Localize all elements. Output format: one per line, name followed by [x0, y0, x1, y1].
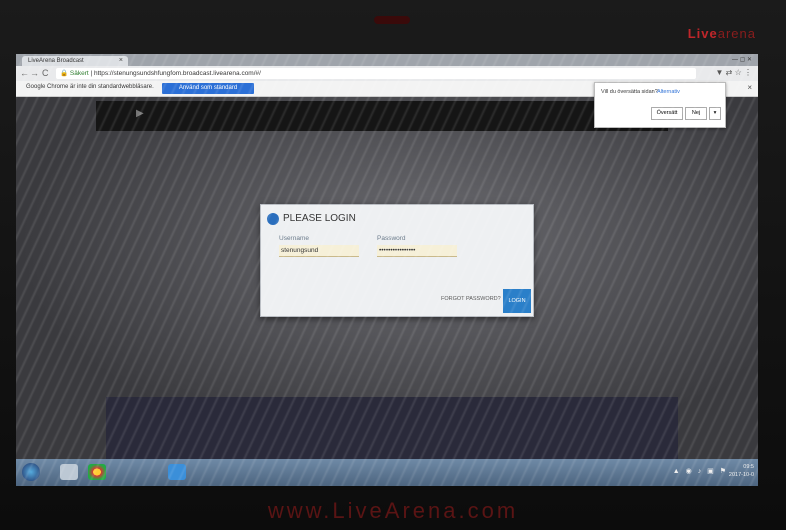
- clock-time: 09:5: [743, 464, 754, 470]
- clock-date: 2017-10-0: [728, 472, 754, 478]
- reload-icon[interactable]: C: [42, 68, 49, 78]
- page-content: ▶ PLEASE LOGIN Username Password FORGOT …: [16, 97, 758, 459]
- taskbar: ▲ ◉ ♪ ▣ ⚑ 09:5 2017-10-0: [16, 459, 758, 486]
- browser-tab[interactable]: LiveArena Broadcast ×: [22, 56, 128, 66]
- clock[interactable]: 09:5 2017-10-0: [729, 463, 754, 479]
- app-window-icon[interactable]: [168, 464, 186, 480]
- security-label: Säkert: [69, 70, 89, 77]
- bezel-brand-logo: Livearena: [688, 26, 756, 41]
- username-label: Username: [279, 235, 309, 242]
- translate-options-link[interactable]: Alternativ: [657, 89, 680, 95]
- tab-bar: LiveArena Broadcast × — ▢ ✕: [16, 54, 758, 66]
- forgot-password-link[interactable]: FORGOT PASSWORD?: [441, 296, 501, 302]
- lock-icon: 🔒: [60, 70, 69, 77]
- start-button-icon[interactable]: [22, 463, 40, 481]
- system-tray-icons[interactable]: ▲ ◉ ♪ ▣ ⚑: [673, 467, 728, 475]
- translate-question: Vill du översätta sidan?: [601, 89, 658, 95]
- password-field[interactable]: [377, 245, 457, 257]
- url-input[interactable]: 🔒 Säkert | https://stenungsundshfungfom.…: [56, 68, 696, 79]
- login-title: PLEASE LOGIN: [283, 213, 356, 224]
- brand-arena: arena: [717, 26, 756, 41]
- forward-icon[interactable]: →: [30, 68, 39, 78]
- url-text: https://stenungsundshfungfom.broadcast.l…: [94, 70, 261, 77]
- back-icon[interactable]: ←: [20, 68, 29, 78]
- set-default-button[interactable]: Använd som standard: [162, 83, 254, 94]
- explorer-icon[interactable]: [60, 464, 78, 480]
- login-dialog: PLEASE LOGIN Username Password FORGOT PA…: [260, 204, 534, 317]
- tab-title: LiveArena Broadcast: [28, 58, 84, 64]
- no-translate-button[interactable]: Nej: [685, 107, 707, 120]
- translate-more-icon[interactable]: ▾: [709, 107, 721, 120]
- video-player-top: ▶: [96, 101, 668, 131]
- brand-live: Live: [687, 26, 718, 41]
- login-logo-icon: [267, 213, 279, 225]
- toolbar-icons[interactable]: ▼ ⇄ ☆ ⋮: [716, 68, 752, 77]
- window-controls[interactable]: — ▢ ✕: [732, 56, 752, 63]
- login-button[interactable]: LOGIN: [503, 289, 531, 313]
- webcam: [374, 16, 410, 24]
- address-bar: ← → C 🔒 Säkert | https://stenungsundshfu…: [16, 66, 758, 81]
- username-field[interactable]: [279, 245, 359, 257]
- screen: LiveArena Broadcast × — ▢ ✕ ← → C 🔒 Säke…: [16, 54, 758, 486]
- bezel-bottom-text: www.LiveArena.com: [267, 498, 519, 523]
- video-player-bottom: [106, 397, 678, 459]
- translate-button[interactable]: Översätt: [651, 107, 683, 120]
- password-label: Password: [377, 235, 406, 242]
- infobar-close-icon[interactable]: ×: [747, 83, 752, 92]
- tab-close-icon[interactable]: ×: [119, 56, 123, 66]
- chrome-icon[interactable]: [88, 464, 106, 480]
- infobar-text: Google Chrome är inte din standardwebblä…: [26, 84, 154, 90]
- play-icon[interactable]: ▶: [136, 108, 144, 119]
- translate-popup: Vill du översätta sidan? Alternativ Över…: [594, 82, 726, 128]
